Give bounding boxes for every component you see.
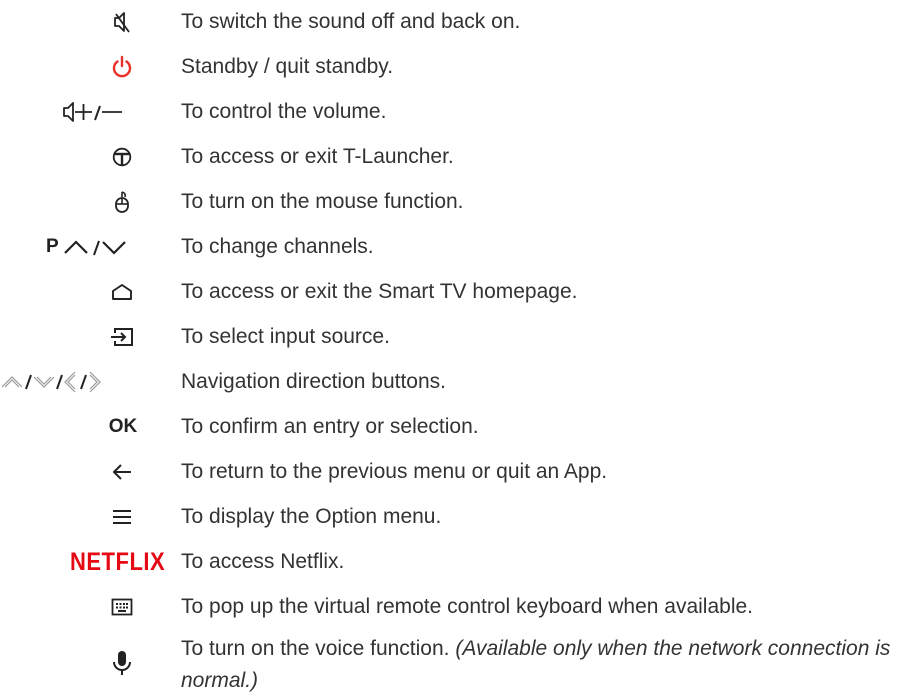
description: To control the volume. bbox=[181, 100, 387, 123]
list-item-option-menu: To display the Option menu. bbox=[0, 497, 912, 537]
description: To change channels. bbox=[181, 235, 374, 258]
description: To return to the previous menu or quit a… bbox=[181, 460, 608, 483]
description: To turn on the voice function. (Availabl… bbox=[181, 637, 891, 692]
keyboard-icon bbox=[107, 587, 137, 627]
list-item-power: Standby / quit standby. bbox=[0, 47, 912, 87]
description: Standby / quit standby. bbox=[181, 55, 394, 78]
description: To access or exit the Smart TV homepage. bbox=[181, 280, 578, 303]
list-item-channel: P To change channels. bbox=[0, 227, 912, 267]
description: To confirm an entry or selection. bbox=[181, 415, 479, 438]
description: To access Netflix. bbox=[181, 550, 345, 573]
list-item-home: To access or exit the Smart TV homepage. bbox=[0, 272, 912, 312]
back-arrow-icon bbox=[107, 452, 137, 492]
navigation-arrows-icon bbox=[0, 362, 150, 402]
mute-icon bbox=[107, 2, 137, 42]
description: To pop up the virtual remote control key… bbox=[181, 595, 754, 618]
list-item-ok: OK To confirm an entry or selection. bbox=[0, 407, 912, 447]
list-item-mouse: To turn on the mouse function. bbox=[0, 182, 912, 222]
description: To switch the sound off and back on. bbox=[181, 10, 521, 33]
netflix-logo: NETFLIX bbox=[70, 547, 166, 576]
list-item-keyboard: To pop up the virtual remote control key… bbox=[0, 587, 912, 627]
home-icon bbox=[107, 272, 137, 312]
description: To select input source. bbox=[181, 325, 390, 348]
input-source-icon bbox=[107, 317, 137, 357]
list-item-mute: To switch the sound off and back on. bbox=[0, 2, 912, 42]
t-launcher-icon bbox=[107, 137, 137, 177]
list-item-t-launcher: To access or exit T-Launcher. bbox=[0, 137, 912, 177]
description: To turn on the mouse function. bbox=[181, 190, 464, 213]
description: To access or exit T-Launcher. bbox=[181, 145, 454, 168]
ok-label: OK bbox=[108, 416, 138, 437]
list-item-volume: To control the volume. bbox=[0, 92, 912, 132]
description: To display the Option menu. bbox=[181, 505, 442, 528]
list-item-voice: To turn on the voice function. (Availabl… bbox=[0, 629, 912, 697]
microphone-icon bbox=[107, 629, 137, 697]
list-item-netflix: NETFLIX To access Netflix. bbox=[0, 542, 912, 582]
list-item-input-source: To select input source. bbox=[0, 317, 912, 357]
option-menu-icon bbox=[107, 497, 137, 537]
power-icon bbox=[107, 47, 137, 87]
description: Navigation direction buttons. bbox=[181, 370, 446, 393]
channel-p-label: P bbox=[46, 236, 59, 257]
mouse-icon bbox=[107, 182, 137, 222]
list-item-back: To return to the previous menu or quit a… bbox=[0, 452, 912, 492]
channel-up-down-icon: P bbox=[46, 227, 146, 267]
volume-plus-minus-icon bbox=[60, 92, 150, 132]
list-item-navigation: Navigation direction buttons. bbox=[0, 362, 912, 402]
